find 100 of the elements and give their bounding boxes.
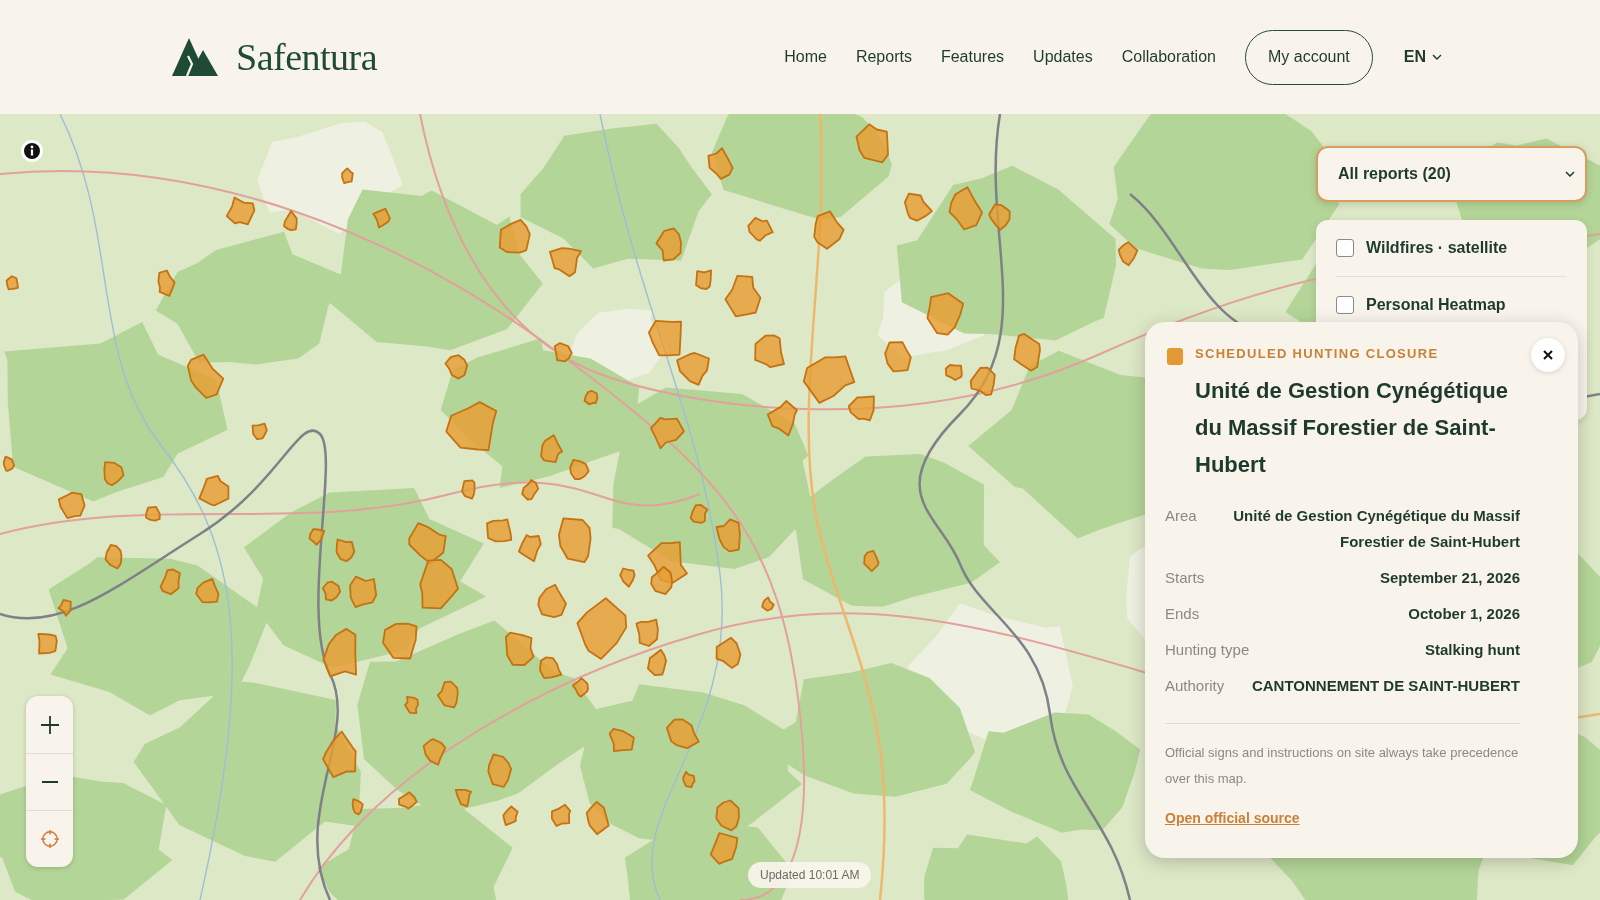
checkbox[interactable]	[1336, 296, 1354, 314]
nav-link[interactable]: Home	[784, 48, 827, 66]
hunting-zone[interactable]	[585, 801, 610, 836]
hunting-zone[interactable]	[445, 401, 498, 452]
hunting-zone[interactable]	[540, 434, 563, 464]
close-button[interactable]	[1531, 338, 1565, 372]
hunting-zone[interactable]	[341, 167, 354, 185]
hunting-zone[interactable]	[498, 219, 531, 254]
hunting-zone[interactable]	[251, 422, 268, 441]
language-button[interactable]: EN	[1401, 44, 1444, 70]
hunting-zone[interactable]	[948, 186, 983, 231]
hunting-zone[interactable]	[569, 458, 590, 481]
hunting-zone[interactable]	[225, 196, 256, 226]
hunting-zone[interactable]	[802, 355, 856, 404]
nav-link[interactable]: Reports	[855, 48, 912, 66]
hunting-zone[interactable]	[682, 771, 696, 789]
hunting-zone[interactable]	[382, 622, 418, 660]
hunting-zone[interactable]	[159, 568, 181, 596]
hunting-zone[interactable]	[103, 461, 125, 487]
hunting-zone[interactable]	[666, 718, 700, 750]
hunting-zone[interactable]	[454, 788, 472, 808]
hunting-zone[interactable]	[608, 728, 635, 753]
nav-link[interactable]: Collaboration	[1121, 48, 1216, 66]
hunting-zone[interactable]	[57, 491, 86, 519]
hunting-zone[interactable]	[766, 400, 798, 437]
hunting-zone[interactable]	[715, 518, 741, 553]
hunting-zone[interactable]	[747, 217, 774, 242]
info-icon[interactable]	[21, 140, 43, 162]
hunting-zone[interactable]	[571, 677, 589, 698]
hunting-zone[interactable]	[650, 565, 673, 596]
hunting-zone[interactable]	[351, 798, 364, 816]
hunting-zone[interactable]	[404, 695, 419, 715]
hunting-zone[interactable]	[436, 680, 459, 709]
hunting-zone[interactable]	[2, 455, 15, 472]
nav-link[interactable]: Updates	[1033, 48, 1093, 66]
hunting-zone[interactable]	[518, 534, 542, 563]
hunting-zone[interactable]	[422, 738, 447, 766]
hunting-zone[interactable]	[689, 503, 709, 524]
hunting-zone[interactable]	[715, 799, 740, 832]
brand-name[interactable]: Safentura	[236, 38, 378, 76]
hunting-zone[interactable]	[186, 353, 225, 399]
hunting-zone[interactable]	[650, 417, 685, 450]
hunting-zone[interactable]	[969, 366, 996, 397]
hunting-zone[interactable]	[372, 207, 391, 229]
hunting-zone[interactable]	[444, 354, 469, 380]
hunting-zone[interactable]	[676, 352, 710, 386]
hunting-zone[interactable]	[104, 544, 123, 570]
hunting-zone[interactable]	[549, 247, 582, 278]
hunting-zone[interactable]	[37, 632, 58, 655]
layer-label[interactable]: Personal Heatmap	[1366, 294, 1506, 316]
hunting-zone[interactable]	[349, 575, 378, 608]
hunting-zone[interactable]	[487, 753, 512, 788]
hunting-zone[interactable]	[335, 538, 356, 563]
hunting-zone[interactable]	[855, 123, 889, 164]
hunting-zone[interactable]	[1117, 241, 1139, 267]
hunting-zone[interactable]	[419, 559, 459, 610]
hunting-zone[interactable]	[1013, 333, 1041, 372]
hunting-zone[interactable]	[847, 395, 875, 422]
hunting-zone[interactable]	[635, 618, 659, 647]
hunting-zone[interactable]	[754, 334, 785, 369]
hunting-zone[interactable]	[904, 192, 933, 222]
hunting-zone[interactable]	[709, 832, 739, 865]
hunting-zone[interactable]	[157, 269, 176, 297]
hunting-zone[interactable]	[944, 364, 963, 381]
hunting-zone[interactable]	[988, 203, 1011, 231]
report-filter-dropdown[interactable]: All reports (20)	[1316, 146, 1587, 202]
hunting-zone[interactable]	[707, 147, 734, 180]
hunting-zone[interactable]	[283, 210, 298, 232]
hunting-zone[interactable]	[884, 341, 912, 373]
hunting-zone[interactable]	[505, 631, 535, 666]
hunting-zone[interactable]	[486, 518, 513, 543]
hunting-zone[interactable]	[553, 342, 573, 363]
layer-label[interactable]: Wildfires · satellite	[1366, 237, 1508, 259]
hunting-zone[interactable]	[57, 598, 72, 617]
hunting-zone[interactable]	[715, 636, 742, 669]
checkbox[interactable]	[1336, 239, 1354, 257]
hunting-zone[interactable]	[926, 292, 965, 336]
hunting-zone[interactable]	[619, 567, 636, 588]
hunting-zone[interactable]	[521, 479, 540, 501]
hunting-zone[interactable]	[322, 580, 341, 602]
hunting-zone[interactable]	[655, 227, 682, 262]
hunting-zone[interactable]	[558, 517, 592, 564]
hunting-zone[interactable]	[195, 578, 220, 604]
hunting-zone[interactable]	[863, 550, 880, 573]
hunting-zone[interactable]	[308, 528, 326, 546]
hunting-zone[interactable]	[461, 479, 476, 500]
hunting-zone[interactable]	[551, 803, 572, 827]
hunting-zone[interactable]	[322, 628, 357, 678]
hunting-zone[interactable]	[583, 389, 599, 406]
hunting-zone[interactable]	[576, 597, 628, 660]
hunting-zone[interactable]	[761, 596, 775, 612]
hunting-zone[interactable]	[724, 274, 762, 318]
hunting-zone[interactable]	[647, 648, 667, 676]
hunting-zone[interactable]	[813, 210, 845, 250]
hunting-zone[interactable]	[398, 791, 418, 810]
hunting-zone[interactable]	[5, 275, 19, 291]
hunting-zone[interactable]	[537, 583, 567, 618]
hunting-zone[interactable]	[198, 474, 230, 507]
hunting-zone[interactable]	[648, 320, 682, 357]
hunting-zone[interactable]	[145, 506, 161, 522]
